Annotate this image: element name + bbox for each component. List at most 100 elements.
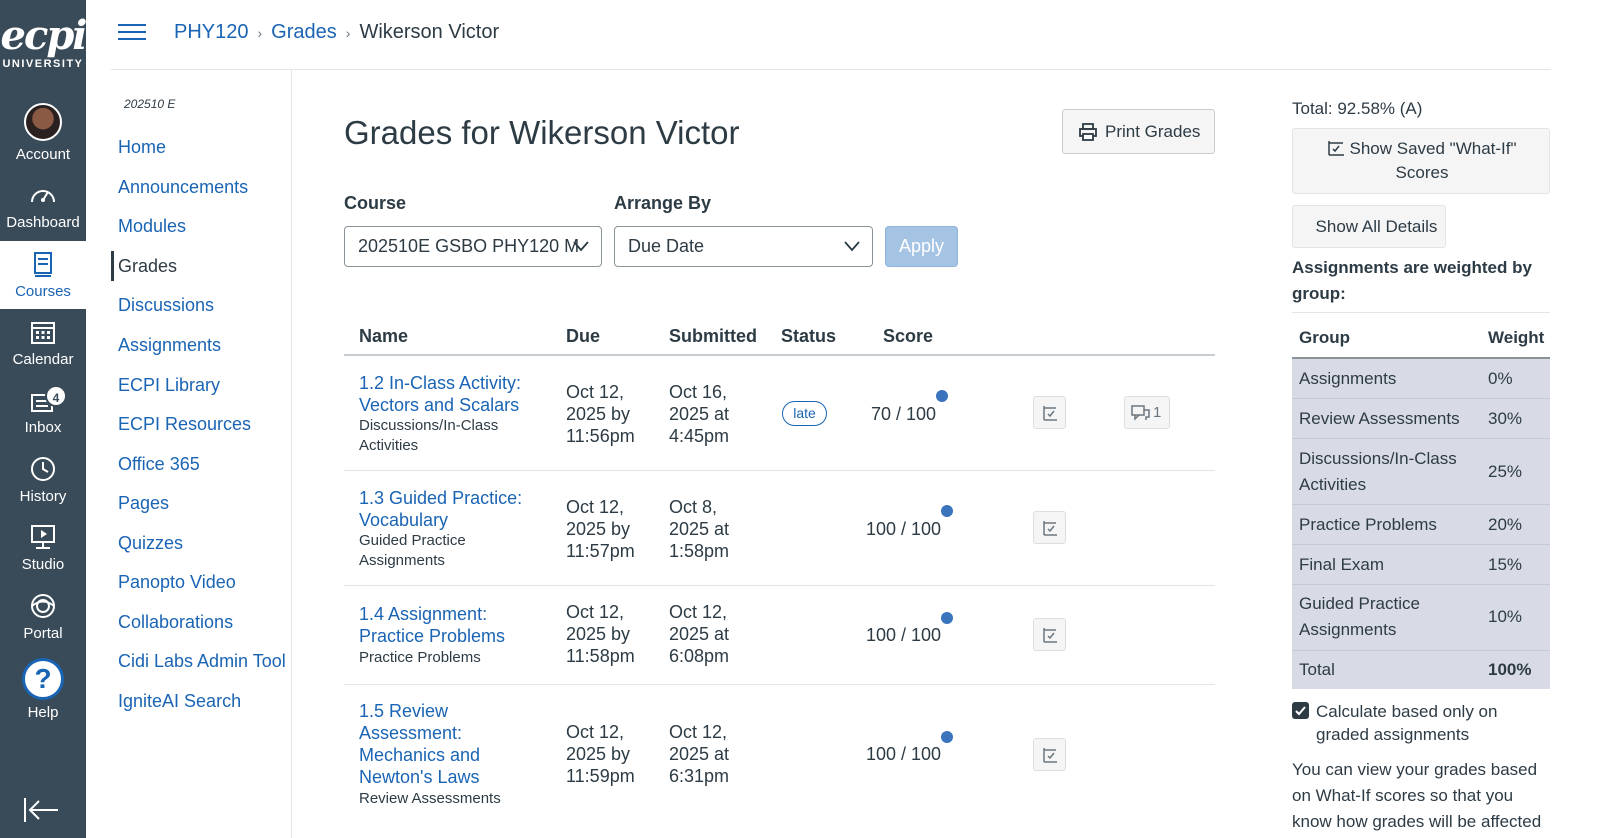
page-title: Grades for Wikerson Victor (344, 114, 740, 151)
course-nav-ecpi-resources[interactable]: ECPI Resources (111, 409, 251, 439)
weight-row-total: Total 100% (1292, 651, 1550, 689)
weight-value: 100% (1488, 660, 1532, 679)
nav-calendar[interactable]: Calendar (0, 309, 86, 377)
show-saved-what-if-button[interactable]: Show Saved "What-If" Scores (1292, 128, 1550, 194)
group-weights-table: Assignments 0% Review Assessments 30% Di… (1292, 359, 1550, 689)
course-nav-grades[interactable]: Grades (111, 251, 177, 281)
hamburger-menu-icon[interactable] (118, 22, 146, 42)
course-nav-pages[interactable]: Pages (111, 488, 169, 518)
weight-group: Guided Practice Assignments (1299, 594, 1420, 639)
calendar-icon (31, 322, 55, 344)
weight-row: Final Exam 15% (1292, 545, 1550, 585)
column-header-submitted[interactable]: Submitted (669, 326, 757, 347)
nav-dashboard[interactable]: Dashboard (0, 172, 86, 240)
assignment-link[interactable]: 1.4 Assignment: Practice Problems (359, 603, 549, 647)
calculate-graded-only-label[interactable]: Calculate based only on graded assignmen… (1316, 700, 1516, 746)
nav-inbox[interactable]: 4 Inbox (0, 377, 86, 445)
breadcrumb-grades[interactable]: Grades (271, 21, 337, 43)
column-header-score[interactable]: Score (883, 326, 933, 347)
due-date: Oct 12, 2025 by 11:58pm (566, 602, 635, 666)
weight-row: Assignments 0% (1292, 359, 1550, 399)
score-value: 100 / 100 (866, 519, 942, 539)
what-if-icon (1043, 521, 1057, 536)
what-if-score-button[interactable] (1033, 738, 1066, 771)
weight-row: Guided Practice Assignments 10% (1292, 585, 1550, 651)
table-row: 1.2 In-Class Activity: Vectors and Scala… (344, 356, 1215, 471)
divider (1292, 312, 1550, 313)
score-value: 100 / 100 (866, 625, 942, 645)
assignment-link[interactable]: 1.2 In-Class Activity: Vectors and Scala… (359, 372, 549, 416)
course-nav-igniteai-search[interactable]: IgniteAI Search (111, 686, 241, 716)
unread-score-indicator (941, 612, 953, 624)
calculate-graded-only-checkbox[interactable] (1292, 702, 1309, 719)
weight-row: Practice Problems 20% (1292, 505, 1550, 545)
arrange-by-select[interactable]: Due Date (614, 226, 873, 267)
what-if-explanation: You can view your grades based on What-I… (1292, 760, 1542, 831)
nav-courses[interactable]: Courses (0, 241, 86, 309)
collapse-nav-icon[interactable] (22, 794, 62, 824)
avatar (24, 103, 62, 141)
course-nav-home[interactable]: Home (111, 132, 166, 162)
breadcrumb-separator: › (345, 25, 351, 41)
table-row: 1.3 Guided Practice: Vocabulary Guided P… (344, 471, 1215, 586)
course-nav-assignments[interactable]: Assignments (111, 330, 221, 360)
print-grades-button[interactable]: Print Grades (1062, 109, 1215, 154)
weight-group: Total (1299, 660, 1335, 679)
course-select[interactable]: 202510E GSBO PHY120 M (344, 226, 602, 267)
weight-value: 30% (1488, 409, 1523, 428)
nav-help[interactable]: ? Help (0, 654, 86, 726)
what-if-score-button[interactable] (1033, 396, 1066, 429)
inbox-unread-badge: 4 (45, 385, 67, 407)
score-value: 100 / 100 (866, 744, 942, 764)
what-if-score-button[interactable] (1033, 511, 1066, 544)
course-nav-collaborations[interactable]: Collaborations (111, 607, 233, 637)
due-date: Oct 12, 2025 by 11:56pm (566, 382, 635, 446)
course-nav-announcements[interactable]: Announcements (111, 172, 248, 202)
what-if-icon (1043, 748, 1057, 763)
weight-row: Discussions/In-Class Activities 25% (1292, 439, 1550, 505)
course-nav-modules[interactable]: Modules (111, 211, 186, 241)
column-header-name[interactable]: Name (359, 326, 408, 347)
due-date: Oct 12, 2025 by 11:57pm (566, 497, 635, 561)
assignment-link[interactable]: 1.3 Guided Practice: Vocabulary (359, 487, 549, 531)
history-icon (31, 457, 55, 481)
comments-icon (1131, 405, 1150, 421)
apply-button[interactable]: Apply (885, 226, 958, 267)
comment-count: 1 (1153, 404, 1162, 421)
course-nav-quizzes[interactable]: Quizzes (111, 528, 183, 558)
weight-group: Review Assessments (1299, 409, 1460, 428)
studio-icon (31, 525, 55, 549)
column-header-status[interactable]: Status (781, 326, 836, 347)
column-header-due[interactable]: Due (566, 326, 600, 347)
page-header: PHY120 › Grades › Wikerson Victor (111, 0, 1551, 70)
weight-group: Discussions/In-Class Activities (1299, 449, 1457, 494)
arrange-by-label: Arrange By (614, 193, 712, 213)
course-nav-ecpi-library[interactable]: ECPI Library (111, 370, 220, 400)
what-if-icon (1043, 628, 1057, 643)
comments-button[interactable]: 1 (1124, 396, 1170, 429)
weight-value: 15% (1488, 555, 1523, 574)
help-icon: ? (22, 658, 64, 700)
nav-account[interactable]: Account (0, 98, 86, 170)
assignment-group: Discussions/In-Class Activities (359, 417, 499, 454)
show-all-details-button[interactable]: Show All Details (1292, 205, 1446, 248)
printer-icon (1079, 123, 1097, 141)
weight-value: 20% (1488, 515, 1523, 534)
assignment-link[interactable]: 1.5 Review Assessment: Mechanics and New… (359, 700, 519, 788)
what-if-score-button[interactable] (1033, 618, 1066, 651)
weight-group: Final Exam (1299, 555, 1385, 574)
course-nav-office-365[interactable]: Office 365 (111, 449, 200, 479)
nav-history[interactable]: History (0, 446, 86, 514)
course-nav-discussions[interactable]: Discussions (111, 290, 214, 320)
weighted-note: Assignments are weighted by group: (1292, 258, 1532, 303)
nav-portal[interactable]: Portal (0, 583, 86, 651)
course-nav-cidi-labs[interactable]: Cidi Labs Admin Tool (111, 646, 286, 676)
checkmark-icon (1295, 706, 1306, 716)
chevron-down-icon (844, 241, 860, 252)
ecpi-logo[interactable]: ecpi UNIVERSITY (0, 16, 88, 76)
breadcrumb-course[interactable]: PHY120 (174, 21, 249, 43)
course-nav-panopto-video[interactable]: Panopto Video (111, 567, 236, 597)
course-navigation: 202510 E Home Announcements Modules Grad… (111, 70, 292, 838)
table-row: 1.5 Review Assessment: Mechanics and New… (344, 685, 1215, 838)
nav-studio[interactable]: Studio (0, 514, 86, 582)
